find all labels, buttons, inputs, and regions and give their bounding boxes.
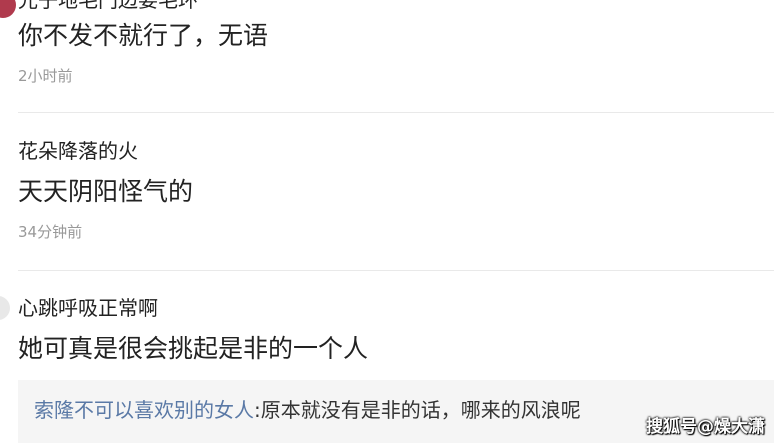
comment-username[interactable]: 心跳呼吸正常啊: [18, 295, 774, 321]
avatar[interactable]: [0, 296, 10, 320]
divider: [18, 112, 774, 113]
comment-item: 花朵降落的火 天天阴阳怪气的 34分钟前: [18, 138, 774, 242]
comment-username[interactable]: 花朵降落的火: [18, 138, 774, 164]
comment-username[interactable]: 光子地毛门边要毛环: [18, 0, 198, 11]
comment-content: 天天阴阳怪气的: [18, 177, 194, 206]
reply-text: 索隆不可以喜欢别的女人:原本就没有是非的话，哪来的风浪呢: [34, 396, 581, 424]
watermark: 搜狐号@燥大潇: [646, 417, 765, 437]
reply-separator: :: [254, 398, 261, 422]
reply-username[interactable]: 索隆不可以喜欢别的女人: [34, 398, 254, 422]
comment-content: 你不发不就行了，无语: [18, 21, 269, 50]
reply-content: 原本就没有是非的话，哪来的风浪呢: [260, 398, 581, 422]
divider: [18, 270, 774, 271]
avatar[interactable]: [0, 0, 16, 18]
comment-time: 34分钟前: [18, 223, 83, 241]
comment-time: 2小时前: [18, 67, 73, 85]
comment-item: 心跳呼吸正常啊 她可真是很会挑起是非的一个人: [18, 295, 774, 365]
comment-content: 她可真是很会挑起是非的一个人: [18, 334, 369, 363]
comment-item: 你不发不就行了，无语 2小时前: [18, 20, 774, 86]
